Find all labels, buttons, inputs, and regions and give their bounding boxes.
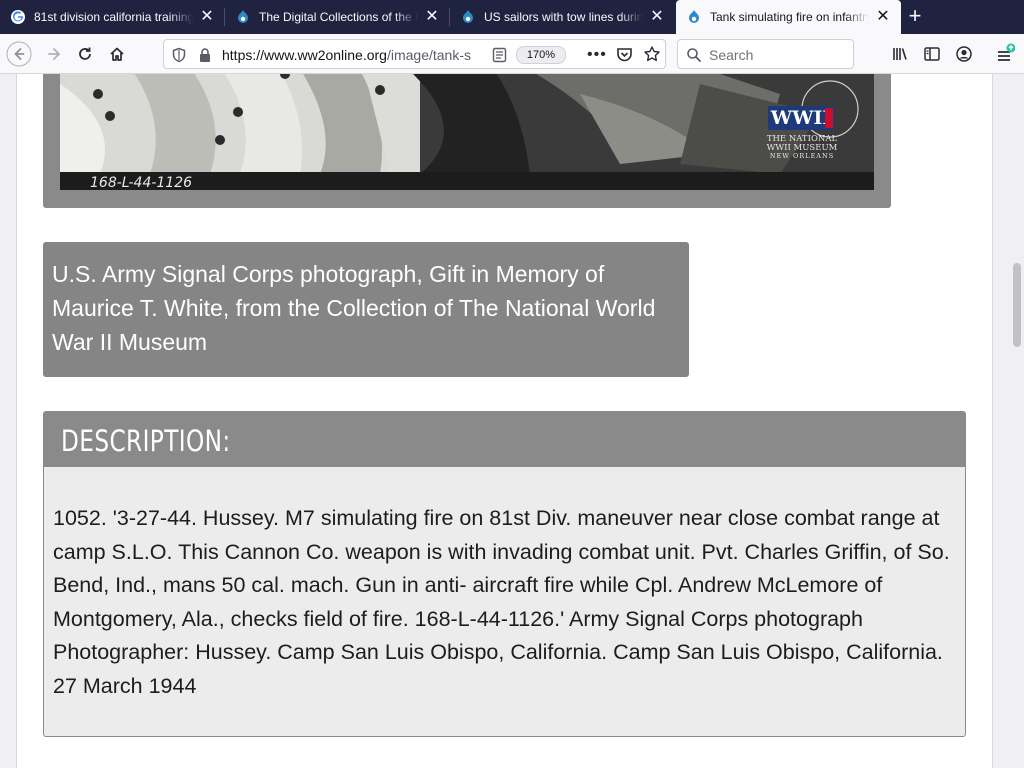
close-icon[interactable]: ✕: [424, 9, 440, 25]
shield-icon[interactable]: [171, 47, 187, 68]
tab-google-search[interactable]: 81st division california training ✕: [0, 0, 225, 34]
search-icon: [686, 47, 702, 68]
address-bar[interactable]: https://www.ww2online.org/image/tank-s 1…: [163, 39, 666, 69]
app-menu-button[interactable]: [991, 40, 1019, 68]
drupal-icon: [460, 9, 476, 25]
description-text: 1052. '3-27-44. Hussey. M7 simulating fi…: [53, 506, 950, 698]
search-placeholder: Search: [709, 47, 754, 63]
url-text[interactable]: https://www.ww2online.org/image/tank-s: [222, 47, 484, 63]
tab-tank-simulating-fire[interactable]: Tank simulating fire on infantry ✕: [676, 0, 901, 34]
tab-strip: 81st division california training ✕ The …: [0, 0, 1024, 34]
page-actions-icon[interactable]: •••: [587, 46, 607, 64]
drupal-icon: [235, 9, 251, 25]
zoom-level-badge[interactable]: 170%: [516, 46, 566, 64]
description-panel: DESCRIPTION: 1052. '3-27-44. Hussey. M7 …: [43, 411, 966, 737]
page-content: WWII THE NATIONAL WWII MUSEUM NEW ORLEAN…: [16, 74, 993, 768]
account-button[interactable]: [950, 40, 978, 68]
library-button[interactable]: [886, 40, 914, 68]
sidebar-toggle-button[interactable]: [918, 40, 946, 68]
description-heading: DESCRIPTION:: [61, 424, 231, 458]
google-icon: [10, 9, 26, 25]
description-header: DESCRIPTION:: [44, 412, 965, 467]
watermark-line3: NEW ORLEANS: [770, 152, 834, 160]
tab-us-sailors[interactable]: US sailors with tow lines during ✕: [450, 0, 675, 34]
page-viewport: WWII THE NATIONAL WWII MUSEUM NEW ORLEAN…: [0, 74, 1010, 768]
close-icon[interactable]: ✕: [199, 9, 215, 25]
negative-number: 168-L-44-1126: [90, 175, 192, 190]
photo-image: WWII THE NATIONAL WWII MUSEUM NEW ORLEAN…: [60, 74, 874, 190]
tab-digital-collections[interactable]: The Digital Collections of the N ✕: [225, 0, 450, 34]
tab-title: 81st division california training: [34, 10, 193, 24]
scrollbar-thumb[interactable]: [1013, 263, 1021, 347]
pocket-icon[interactable]: [616, 46, 633, 68]
tab-title: The Digital Collections of the N: [259, 10, 418, 24]
photo-credit-caption: U.S. Army Signal Corps photograph, Gift …: [43, 242, 689, 377]
back-button[interactable]: [5, 40, 33, 68]
home-button[interactable]: [103, 40, 131, 68]
vertical-scrollbar[interactable]: [1010, 74, 1024, 768]
tab-title: US sailors with tow lines during: [484, 10, 643, 24]
museum-logo: WWII: [770, 107, 832, 129]
close-icon[interactable]: ✕: [875, 9, 891, 25]
reload-button[interactable]: [71, 40, 99, 68]
nav-toolbar: https://www.ww2online.org/image/tank-s 1…: [0, 34, 1024, 74]
reader-view-icon[interactable]: [492, 47, 507, 68]
new-tab-button[interactable]: +: [902, 5, 928, 29]
photo-frame: WWII THE NATIONAL WWII MUSEUM NEW ORLEAN…: [43, 74, 891, 208]
archival-photo[interactable]: WWII THE NATIONAL WWII MUSEUM NEW ORLEAN…: [60, 74, 874, 190]
lock-icon[interactable]: [198, 47, 212, 68]
close-icon[interactable]: ✕: [649, 9, 665, 25]
caption-text: U.S. Army Signal Corps photograph, Gift …: [52, 261, 656, 355]
tab-title: Tank simulating fire on infantry: [710, 10, 869, 24]
search-input[interactable]: Search: [677, 39, 854, 69]
drupal-icon: [686, 9, 702, 25]
bookmark-star-icon[interactable]: [643, 45, 661, 68]
forward-button[interactable]: [40, 40, 68, 68]
